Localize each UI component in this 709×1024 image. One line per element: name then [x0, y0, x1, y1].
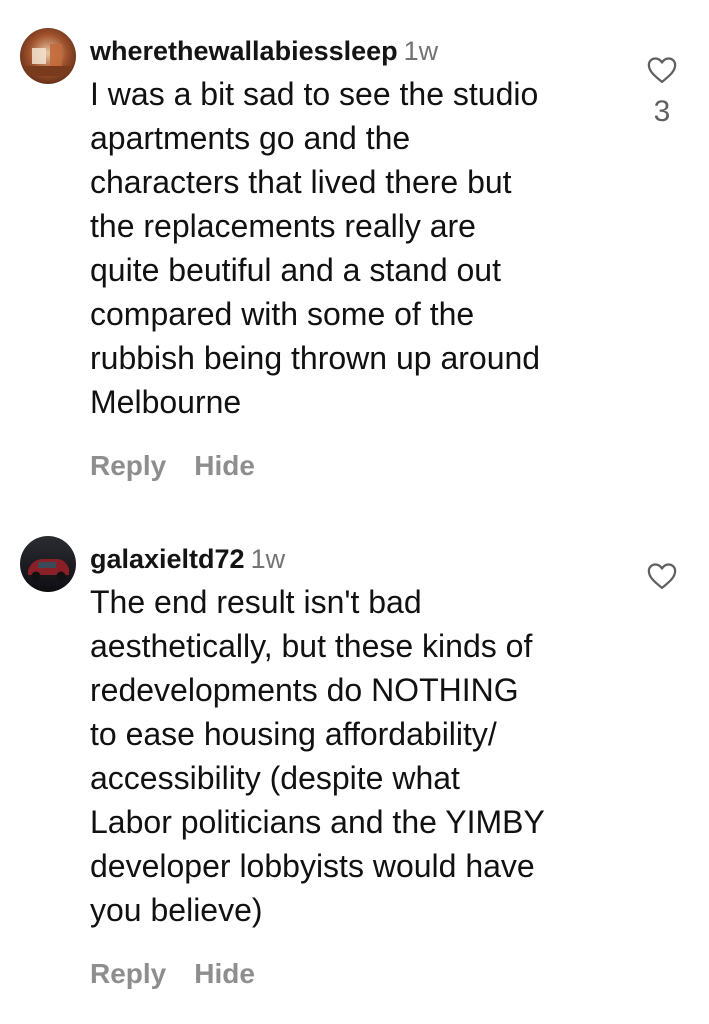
- reply-button[interactable]: Reply: [90, 450, 166, 482]
- comment-text: The end result isn't bad aesthetically, …: [90, 580, 630, 932]
- hide-button[interactable]: Hide: [194, 450, 255, 482]
- comment-text: I was a bit sad to see the studio apartm…: [90, 72, 630, 424]
- comment-text-line: Labor politicians and the YIMBY: [90, 804, 545, 840]
- comment-actions: Reply Hide: [90, 958, 630, 990]
- comment-time: 1w: [403, 36, 439, 66]
- comment-text-line: compared with some of the: [90, 296, 475, 332]
- comment-text-line: you believe): [90, 892, 263, 928]
- comment-text-line: The end result isn't bad: [90, 584, 422, 620]
- comment-text-line: accessibility (despite what: [90, 760, 460, 796]
- comment-username[interactable]: wherethewallabiessleep: [90, 36, 398, 66]
- comment-text-line: I was a bit sad to see the studio: [90, 76, 539, 112]
- comment-text-line: quite beutiful and a stand out: [90, 252, 501, 288]
- reply-button[interactable]: Reply: [90, 958, 166, 990]
- comment-time: 1w: [250, 544, 286, 574]
- comment-text-line: apartments go and the: [90, 120, 411, 156]
- like-control: 3: [640, 56, 684, 129]
- comment-text-line: Melbourne: [90, 384, 242, 420]
- comment-text-line: rubbish being thrown up around: [90, 340, 541, 376]
- comment-username[interactable]: galaxieltd72: [90, 544, 245, 574]
- comment-text-line: the replacements really are: [90, 208, 476, 244]
- comment-text-line: aesthetically, but these kinds of: [90, 628, 533, 664]
- heart-outline-icon[interactable]: [647, 562, 677, 595]
- comment-text-line: redevelopments do NOTHING: [90, 672, 519, 708]
- like-control: [640, 562, 684, 595]
- heart-outline-icon[interactable]: [647, 56, 677, 89]
- comment-text-line: characters that lived there but: [90, 164, 512, 200]
- comment-text-line: developer lobbyists would have: [90, 848, 535, 884]
- comment-text-line: to ease housing affordability/: [90, 716, 497, 752]
- like-count: 3: [653, 95, 671, 128]
- hide-button[interactable]: Hide: [194, 958, 255, 990]
- avatar[interactable]: [20, 28, 76, 84]
- avatar[interactable]: [20, 536, 76, 592]
- comment-actions: Reply Hide: [90, 450, 630, 482]
